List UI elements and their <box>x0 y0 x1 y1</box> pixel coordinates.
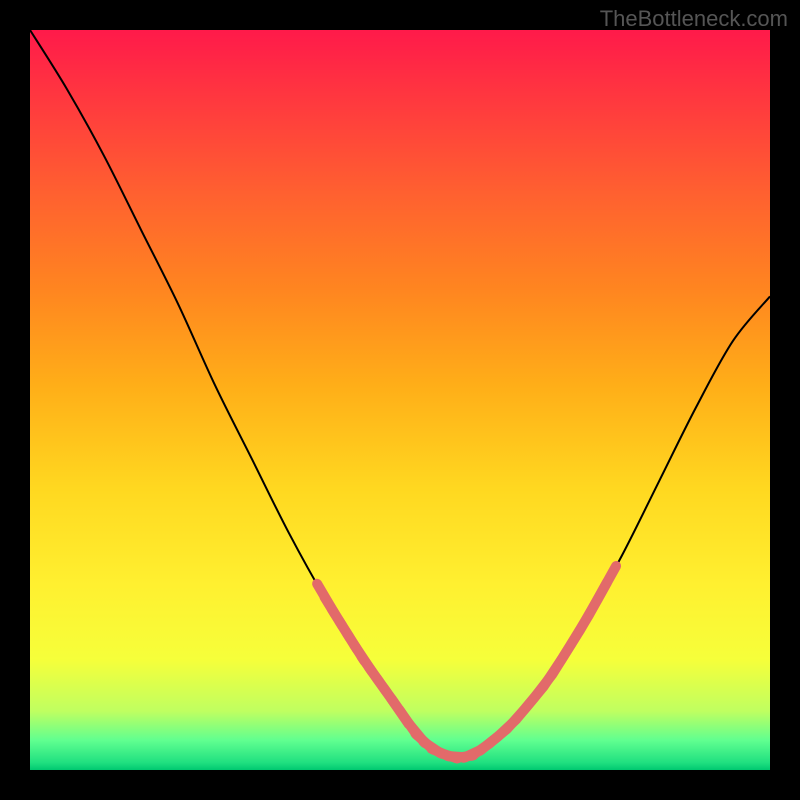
curve-svg <box>30 30 770 770</box>
plot-area <box>30 30 770 770</box>
bottleneck-curve <box>30 30 770 759</box>
watermark-text: TheBottleneck.com <box>600 6 788 32</box>
dotted-highlight <box>317 566 616 758</box>
